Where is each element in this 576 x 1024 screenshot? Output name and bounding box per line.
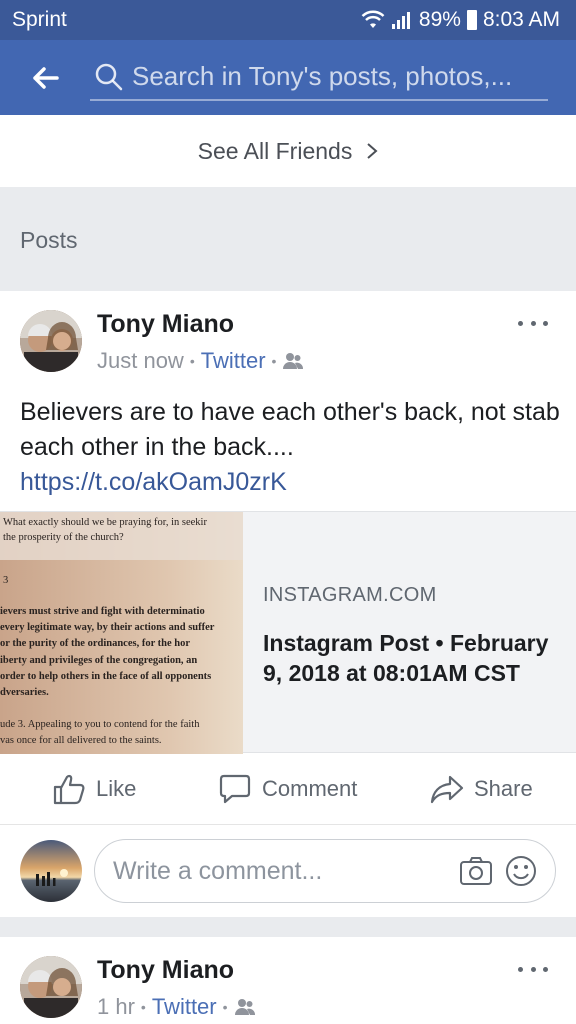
comment-composer — [0, 825, 576, 917]
share-label: Share — [474, 776, 533, 801]
post-actions-bar: Like Comment Share — [0, 753, 576, 825]
search-input[interactable] — [132, 61, 542, 92]
post-body: Believers are to have each other's back,… — [20, 395, 560, 500]
see-all-friends-link[interactable]: See All Friends — [0, 115, 576, 187]
post-source[interactable]: Twitter — [152, 994, 217, 1020]
post-meta: Just now • Twitter • — [97, 348, 304, 374]
post-card: Tony Miano 1 hr • Twitter • — [0, 937, 576, 1024]
post-options-button[interactable] — [518, 313, 548, 333]
thumbs-up-icon — [53, 774, 85, 805]
posts-section-header: Posts — [0, 187, 576, 291]
search-icon — [95, 63, 123, 90]
comment-button[interactable]: Comment — [218, 773, 357, 805]
book-page-photo: What exactly should we be praying for, i… — [0, 512, 243, 754]
post-source[interactable]: Twitter — [201, 348, 266, 374]
post-link[interactable]: https://t.co/akOamJ0zrK — [20, 465, 560, 500]
like-button[interactable]: Like — [52, 773, 136, 805]
dot — [543, 320, 548, 326]
current-user-avatar — [20, 840, 82, 902]
page-line: iberty and privileges of the congregatio… — [0, 655, 197, 666]
search-header — [0, 40, 576, 115]
camera-icon[interactable] — [459, 856, 493, 886]
clock: 8:03 AM — [482, 8, 560, 31]
carrier-label: Sprint — [12, 8, 67, 31]
battery-percent: 89% — [418, 8, 461, 31]
page-line: or the purity of the ordinances, for the… — [0, 638, 190, 649]
status-bar: Sprint 89% 8:03 AM — [0, 0, 576, 40]
page-line: the prosperity of the church? — [3, 532, 124, 543]
link-preview-domain: INSTAGRAM.COM — [263, 584, 437, 606]
post-card: Tony Miano Just now • Twitter • Believer… — [0, 291, 576, 917]
dot — [518, 966, 523, 972]
chevron-right-icon — [367, 143, 378, 159]
back-arrow-icon — [33, 66, 59, 89]
signal-icon — [391, 12, 410, 29]
post-options-button[interactable] — [518, 959, 548, 979]
comment-input-wrapper[interactable] — [94, 839, 556, 903]
page-line: What exactly should we be praying for, i… — [3, 517, 207, 528]
dot — [518, 320, 523, 326]
meta-separator: • — [189, 353, 195, 369]
comment-input[interactable] — [113, 856, 443, 886]
page-line: ievers must strive and fight with determ… — [0, 606, 205, 617]
comment-bubble-icon — [219, 774, 251, 804]
share-arrow-icon — [430, 775, 464, 804]
avatar-photo — [20, 310, 82, 372]
post-meta: 1 hr • Twitter • — [97, 994, 256, 1020]
share-button[interactable]: Share — [430, 773, 533, 805]
link-preview-title: Instagram Post • February 9, 2018 at 08:… — [263, 630, 549, 686]
post-text: Believers are to have each other's back,… — [20, 398, 560, 461]
page-line: order to help others in the face of all … — [0, 671, 211, 682]
emoji-smiley-icon[interactable] — [505, 855, 537, 887]
page-line: 3 — [3, 575, 8, 586]
meta-separator: • — [140, 999, 146, 1015]
page-line: vas once for all delivered to the saints… — [0, 735, 162, 746]
post-author-name[interactable]: Tony Miano — [97, 956, 234, 985]
battery-icon — [466, 10, 477, 30]
post-timestamp[interactable]: 1 hr — [97, 994, 135, 1020]
friends-audience-icon — [234, 999, 255, 1015]
dot — [543, 966, 548, 972]
author-avatar[interactable] — [20, 956, 82, 1018]
friends-audience-icon — [283, 353, 304, 369]
page-line: dversaries. — [0, 687, 49, 698]
meta-separator: • — [222, 999, 228, 1015]
wifi-icon — [361, 10, 385, 28]
post-author-name[interactable]: Tony Miano — [97, 310, 234, 339]
avatar-photo — [20, 956, 82, 1018]
post-timestamp[interactable]: Just now — [97, 348, 184, 374]
posts-section-label: Posts — [20, 227, 78, 253]
author-avatar[interactable] — [20, 310, 82, 372]
link-preview-card[interactable]: What exactly should we be praying for, i… — [0, 511, 576, 754]
feed-separator — [0, 917, 576, 937]
comment-label: Comment — [262, 776, 358, 801]
link-preview-image: What exactly should we be praying for, i… — [0, 512, 243, 754]
page-line: ude 3. Appealing to you to contend for t… — [0, 719, 200, 730]
dot — [530, 966, 536, 972]
dot — [530, 320, 536, 326]
back-button[interactable] — [0, 40, 90, 115]
search-field[interactable] — [90, 55, 548, 101]
beach-sunset-photo — [20, 840, 82, 902]
page-line: every legitimate way, by their actions a… — [0, 622, 215, 633]
meta-separator: • — [271, 353, 277, 369]
see-all-friends-label: See All Friends — [197, 137, 353, 164]
like-label: Like — [96, 776, 137, 801]
